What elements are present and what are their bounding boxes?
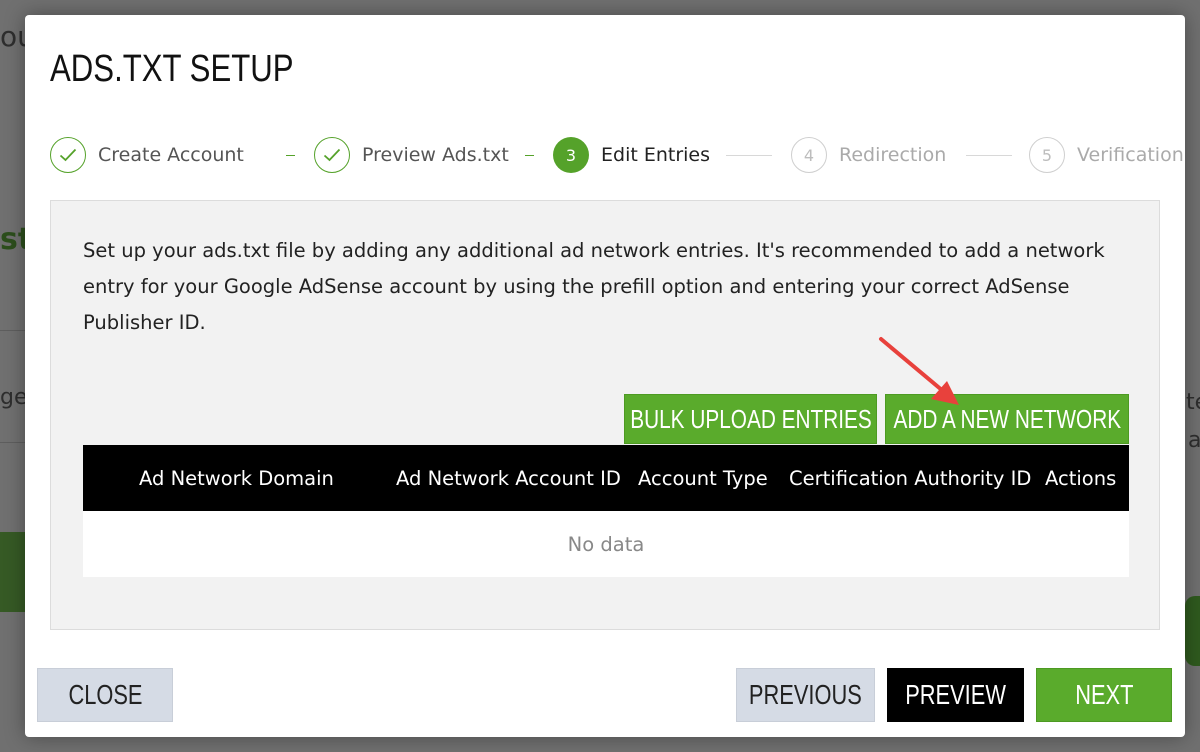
column-header-account-id[interactable]: Ad Network Account ID bbox=[396, 445, 621, 511]
step-connector bbox=[726, 155, 772, 156]
button-label: CLOSE bbox=[67, 679, 143, 710]
step-label: Edit Entries bbox=[601, 144, 711, 166]
modal-title: ADS.TXT SETUP bbox=[50, 48, 294, 90]
button-label: PREVIOUS bbox=[749, 679, 862, 710]
button-label: NEXT bbox=[1074, 679, 1134, 710]
column-header-actions: Actions bbox=[1045, 466, 1117, 490]
no-data-text: No data bbox=[567, 532, 645, 556]
step-preview-ads-txt: Preview Ads.txt bbox=[314, 135, 509, 175]
background-text-fragment: ge bbox=[0, 385, 28, 410]
step-label: Create Account bbox=[98, 144, 244, 166]
background-green-block bbox=[0, 532, 28, 612]
step-redirection: 4 Redirection bbox=[791, 135, 946, 175]
column-header-account-type[interactable]: Account Type bbox=[638, 445, 768, 511]
ads-txt-setup-modal: ADS.TXT SETUP Create Account Preview Ads… bbox=[25, 15, 1185, 737]
setup-description: Set up your ads.txt file by adding any a… bbox=[83, 239, 1105, 334]
entries-table: Ad Network Domain Ad Network Account ID … bbox=[83, 445, 1129, 577]
step-connector bbox=[966, 155, 1012, 156]
previous-button[interactable]: PREVIOUS bbox=[736, 668, 875, 722]
background-divider bbox=[0, 442, 25, 443]
setup-stepper: Create Account Preview Ads.txt 3 Edit En… bbox=[50, 135, 1184, 175]
column-header-ad-network-domain[interactable]: Ad Network Domain bbox=[139, 445, 334, 511]
step-number: 5 bbox=[1029, 137, 1065, 173]
table-header: Ad Network Domain Ad Network Account ID … bbox=[83, 445, 1129, 511]
background-divider bbox=[0, 330, 25, 331]
step-verification: 5 Verification bbox=[1029, 135, 1184, 175]
close-button[interactable]: CLOSE bbox=[37, 668, 173, 722]
next-button[interactable]: NEXT bbox=[1036, 668, 1172, 722]
step-connector bbox=[525, 155, 534, 156]
background-green-block bbox=[1185, 596, 1200, 666]
background-text-fragment: te bbox=[1186, 390, 1200, 415]
step-label: Preview Ads.txt bbox=[362, 144, 509, 166]
step-create-account: Create Account bbox=[50, 135, 244, 175]
preview-button[interactable]: PREVIEW bbox=[887, 668, 1024, 722]
button-label: PREVIEW bbox=[905, 679, 1006, 710]
step-connector bbox=[286, 155, 295, 156]
background-text-fragment: a bbox=[1188, 428, 1200, 453]
step-number: 4 bbox=[791, 137, 827, 173]
button-label: BULK UPLOAD ENTRIES bbox=[629, 403, 872, 434]
check-icon bbox=[314, 137, 350, 173]
step-label: Verification bbox=[1077, 144, 1184, 166]
step-label: Redirection bbox=[839, 144, 947, 166]
table-empty-state: No data bbox=[83, 511, 1129, 577]
step-number: 3 bbox=[553, 137, 589, 173]
annotation-arrow-icon bbox=[879, 337, 959, 405]
check-icon bbox=[50, 137, 86, 173]
column-header-certification-authority-id[interactable]: Certification Authority ID bbox=[789, 445, 1031, 511]
step-edit-entries: 3 Edit Entries bbox=[553, 135, 710, 175]
entries-panel: Set up your ads.txt file by adding any a… bbox=[50, 200, 1160, 630]
bulk-upload-entries-button[interactable]: BULK UPLOAD ENTRIES bbox=[624, 394, 877, 444]
